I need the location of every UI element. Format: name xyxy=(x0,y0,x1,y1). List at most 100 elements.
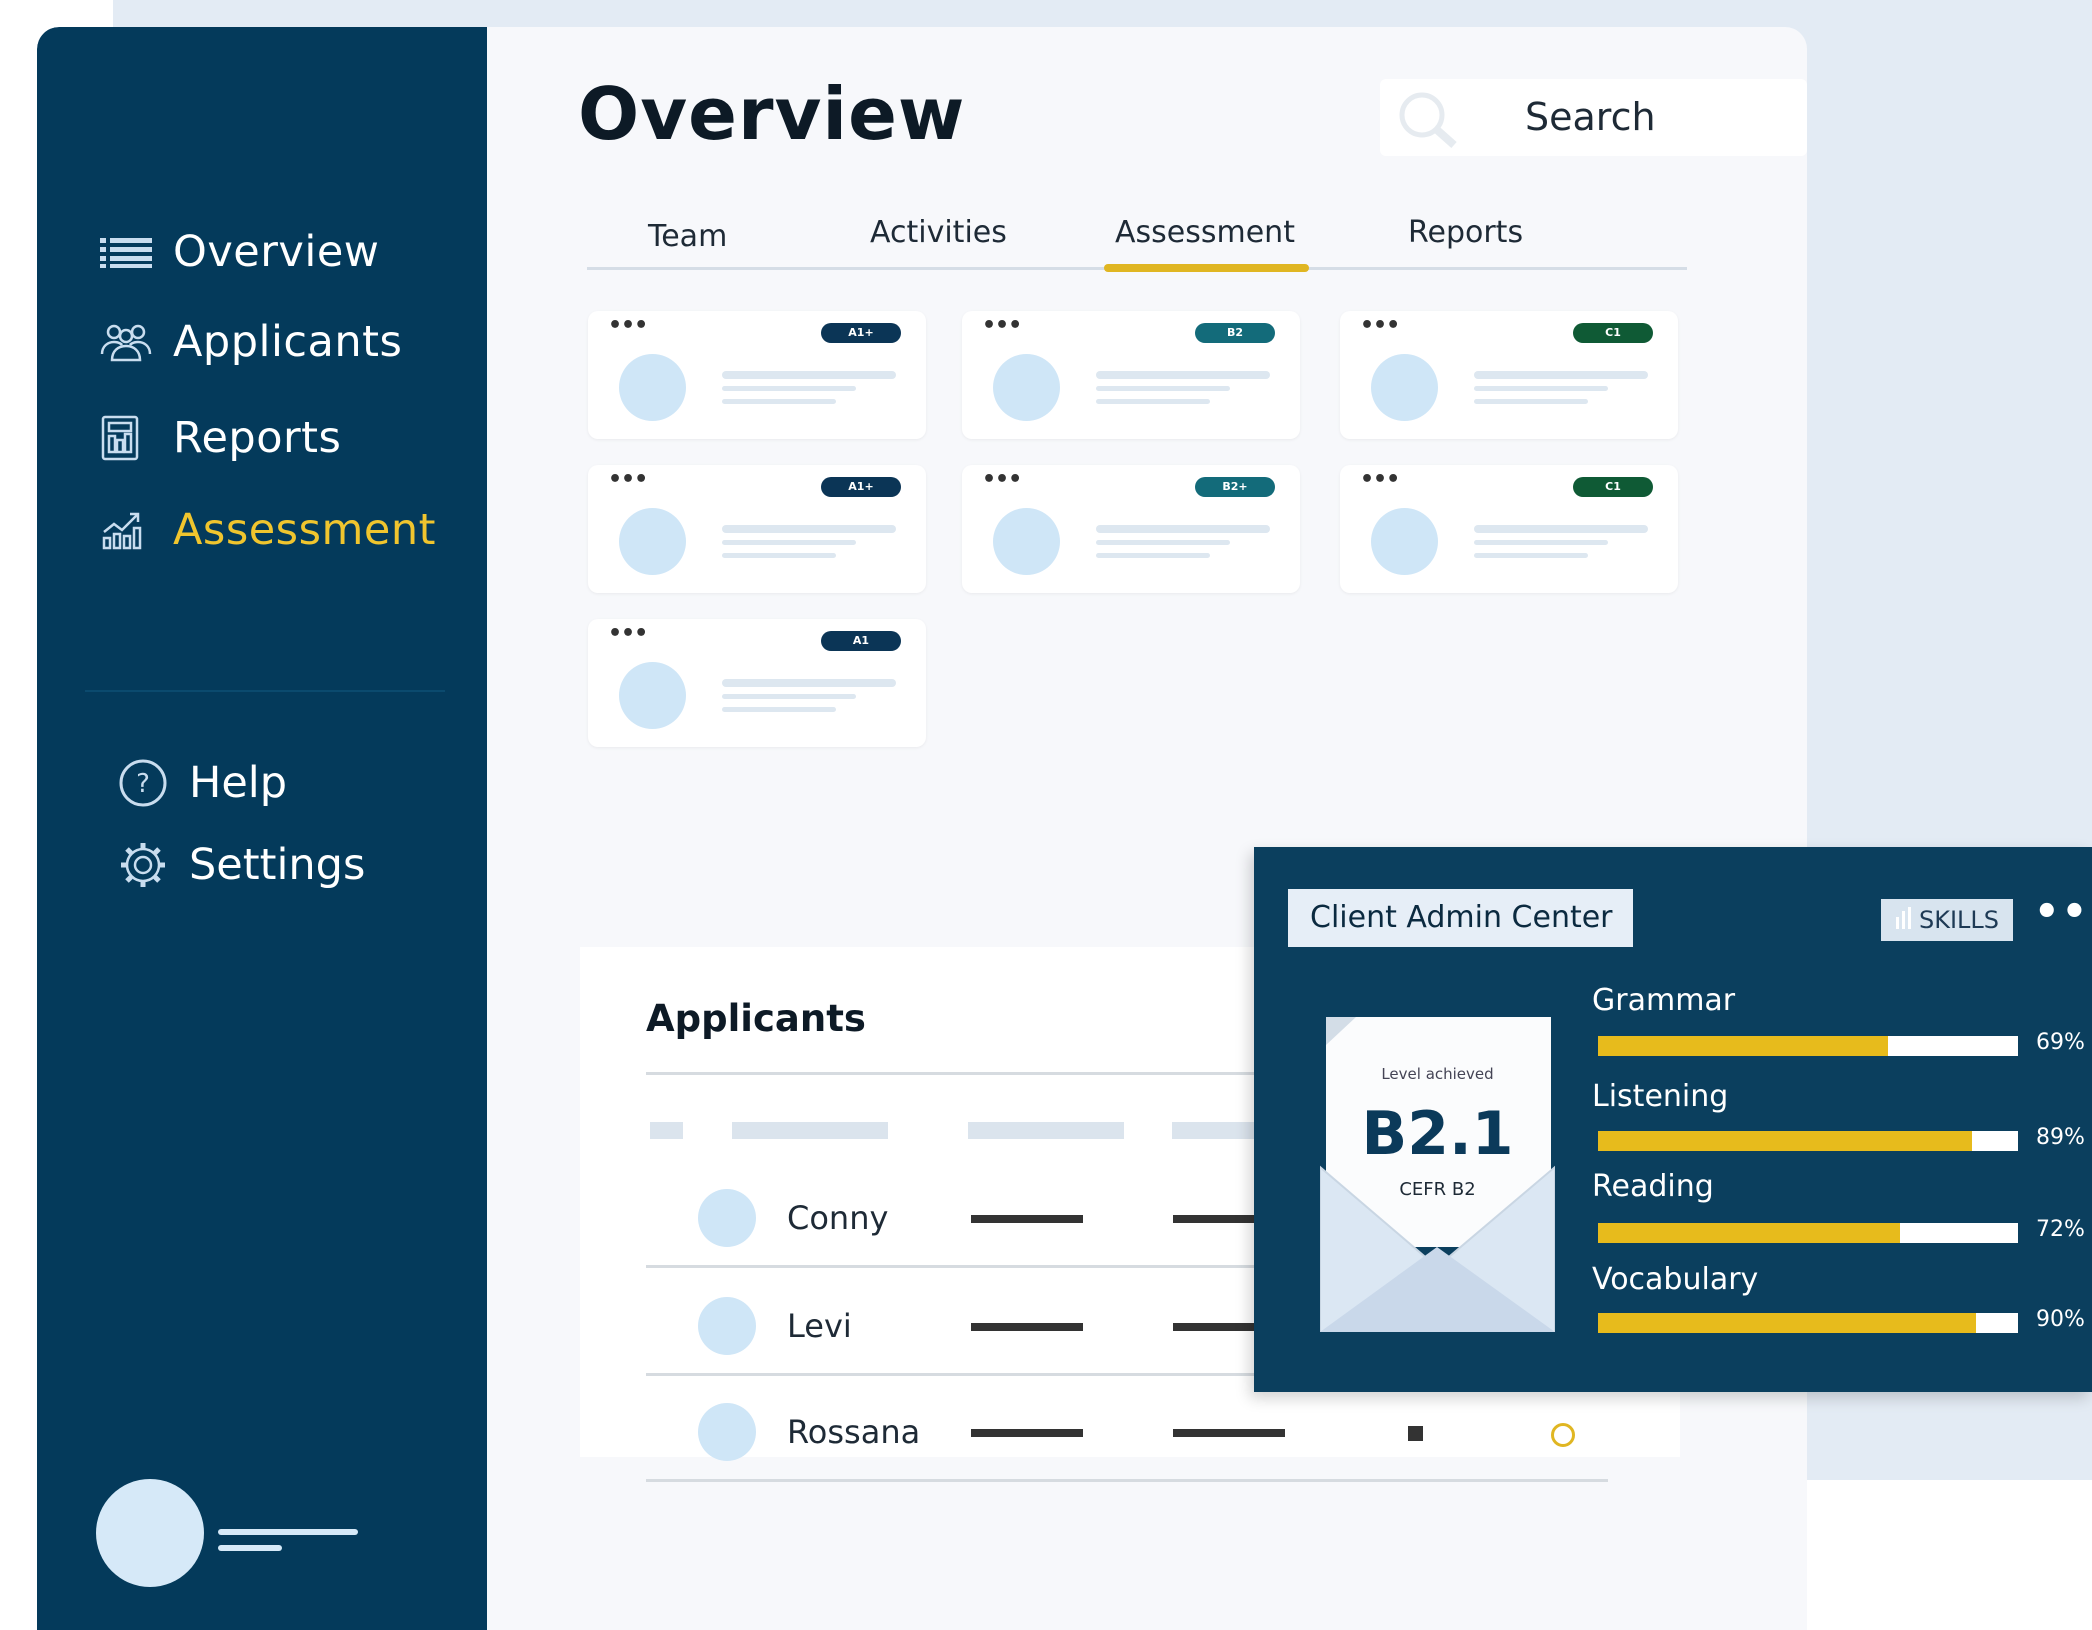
level-badge: B2 xyxy=(1195,323,1275,343)
sidebar-item-help[interactable]: ? Help xyxy=(117,757,287,809)
user-name-placeholder xyxy=(218,1529,358,1535)
applicant-card[interactable]: ••• A1 xyxy=(588,619,926,747)
text-placeholder xyxy=(722,553,836,558)
text-placeholder xyxy=(1096,553,1210,558)
more-icon[interactable]: ••• xyxy=(2034,889,2092,935)
text-placeholder xyxy=(722,371,896,379)
header-placeholder xyxy=(650,1122,683,1139)
row-divider xyxy=(646,1479,1608,1482)
text-placeholder xyxy=(1096,371,1270,379)
gear-icon xyxy=(117,839,169,891)
skill-percent: 90% xyxy=(2036,1307,2085,1332)
certificate-envelope: Level achieved B2.1 CEFR B2 xyxy=(1319,1017,1556,1333)
text-placeholder xyxy=(722,707,836,712)
skill-percent: 69% xyxy=(2036,1030,2085,1055)
avatar xyxy=(1371,354,1438,421)
applicant-card[interactable]: ••• C1 xyxy=(1340,465,1678,593)
sidebar-item-applicants[interactable]: Applicants xyxy=(100,317,402,367)
skill-bar-fill xyxy=(1598,1036,1888,1056)
sidebar-item-assessment[interactable]: Assessment xyxy=(100,505,436,555)
sidebar-item-overview[interactable]: Overview xyxy=(100,227,379,277)
skill-percent: 72% xyxy=(2036,1217,2085,1242)
level-caption: Level achieved xyxy=(1381,1065,1494,1083)
sidebar: Overview Applicants Reports Assessment ? xyxy=(37,27,487,1630)
level-value: B2.1 xyxy=(1361,1099,1514,1169)
sidebar-item-reports[interactable]: Reports xyxy=(100,413,341,463)
applicant-name: Rossana xyxy=(787,1413,921,1451)
applicant-name: Levi xyxy=(787,1307,852,1345)
skill-name: Vocabulary xyxy=(1592,1262,1759,1297)
applicant-card[interactable]: ••• A1+ xyxy=(588,465,926,593)
more-icon[interactable]: ••• xyxy=(982,313,1022,338)
bar-chart-icon xyxy=(1895,900,1913,942)
more-icon[interactable]: ••• xyxy=(1360,467,1400,492)
users-icon xyxy=(100,320,155,364)
tab-activities[interactable]: Activities xyxy=(870,215,1007,250)
text-placeholder xyxy=(722,386,856,391)
sidebar-item-label: Settings xyxy=(189,840,366,890)
text-placeholder xyxy=(722,525,896,533)
avatar xyxy=(619,354,686,421)
text-placeholder xyxy=(1096,399,1210,404)
client-admin-popup: Client Admin Center SKILLS ••• Level ach… xyxy=(1254,847,2092,1392)
text-placeholder xyxy=(722,540,856,545)
sidebar-item-settings[interactable]: Settings xyxy=(117,839,365,891)
report-icon xyxy=(100,415,155,461)
applicant-card[interactable]: ••• B2+ xyxy=(962,465,1300,593)
cell-placeholder xyxy=(971,1429,1083,1437)
tab-reports[interactable]: Reports xyxy=(1408,215,1523,250)
text-placeholder xyxy=(1096,386,1230,391)
status-circle-icon xyxy=(1551,1423,1575,1447)
client-admin-center-button[interactable]: Client Admin Center xyxy=(1288,889,1633,947)
level-badge: A1+ xyxy=(821,323,901,343)
search-box[interactable]: Search xyxy=(1380,79,1807,156)
more-icon[interactable]: ••• xyxy=(608,621,648,646)
cell-placeholder xyxy=(971,1323,1083,1331)
skill-percent: 89% xyxy=(2036,1125,2085,1150)
skill-bar-fill xyxy=(1598,1313,1976,1333)
more-icon[interactable]: ••• xyxy=(608,313,648,338)
text-placeholder xyxy=(1096,525,1270,533)
tab-assessment[interactable]: Assessment xyxy=(1115,215,1295,250)
avatar xyxy=(698,1189,756,1247)
skill-bar xyxy=(1598,1313,2018,1333)
chart-icon xyxy=(100,508,155,552)
text-placeholder xyxy=(1474,386,1608,391)
applicant-card[interactable]: ••• B2 xyxy=(962,311,1300,439)
skill-bar-fill xyxy=(1598,1131,1972,1151)
skill-name: Grammar xyxy=(1592,983,1736,1018)
sidebar-item-label: Help xyxy=(189,758,288,808)
header-placeholder xyxy=(732,1122,888,1139)
sidebar-item-label: Reports xyxy=(173,413,342,463)
level-badge: C1 xyxy=(1573,323,1653,343)
applicant-card[interactable]: ••• A1+ xyxy=(588,311,926,439)
active-tab-indicator xyxy=(1104,264,1309,272)
cell-placeholder xyxy=(971,1215,1083,1223)
table-row[interactable]: Rossana xyxy=(646,1391,1608,1491)
skill-bar xyxy=(1598,1036,2018,1056)
skills-label: SKILLS xyxy=(1918,906,2000,934)
level-badge: A1 xyxy=(821,631,901,651)
applicant-name: Conny xyxy=(787,1199,889,1237)
avatar xyxy=(698,1297,756,1355)
more-icon[interactable]: ••• xyxy=(982,467,1022,492)
list-icon xyxy=(100,230,155,274)
skill-bar xyxy=(1598,1131,2018,1151)
search-input[interactable]: Search xyxy=(1525,95,1656,139)
more-icon[interactable]: ••• xyxy=(608,467,648,492)
avatar xyxy=(619,508,686,575)
level-badge: C1 xyxy=(1573,477,1653,497)
applicant-card[interactable]: ••• C1 xyxy=(1340,311,1678,439)
user-role-placeholder xyxy=(218,1545,282,1551)
skills-button[interactable]: SKILLS xyxy=(1881,899,2013,941)
text-placeholder xyxy=(722,694,856,699)
tab-team[interactable]: Team xyxy=(648,219,727,254)
level-badge: B2+ xyxy=(1195,477,1275,497)
help-icon: ? xyxy=(117,757,169,809)
level-badge: A1+ xyxy=(821,477,901,497)
more-icon[interactable]: ••• xyxy=(1360,313,1400,338)
text-placeholder xyxy=(1474,399,1588,404)
user-avatar[interactable] xyxy=(96,1479,204,1587)
sidebar-item-label: Overview xyxy=(173,227,380,277)
sidebar-item-label: Assessment xyxy=(173,505,436,555)
